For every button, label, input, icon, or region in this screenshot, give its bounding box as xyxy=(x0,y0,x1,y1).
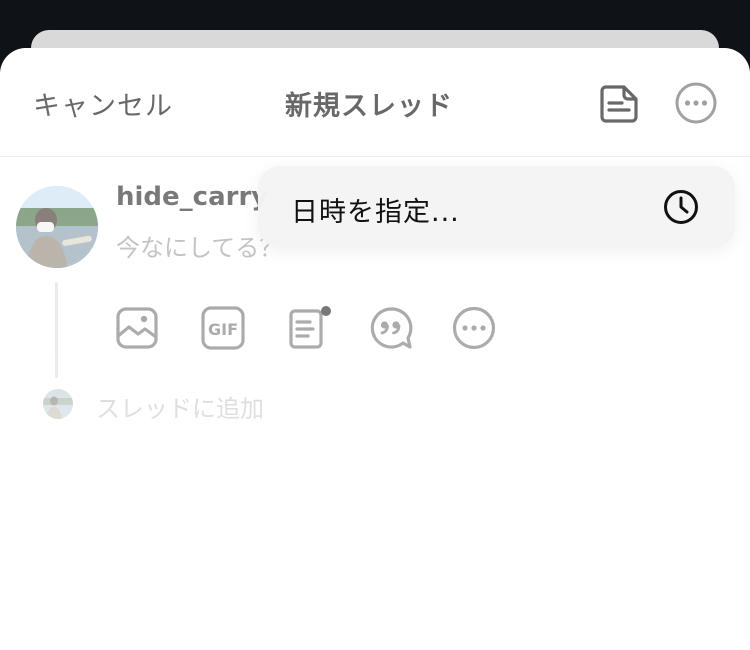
more-tools-button[interactable] xyxy=(451,305,497,351)
image-icon xyxy=(116,307,158,349)
quote-button[interactable] xyxy=(368,305,414,351)
avatar[interactable] xyxy=(16,186,98,268)
more-horizontal-icon xyxy=(675,82,717,124)
add-to-thread-button[interactable]: スレッドに追加 xyxy=(96,389,264,424)
more-options-button[interactable] xyxy=(674,81,718,125)
gif-label: GIF xyxy=(208,320,238,339)
mini-avatar xyxy=(43,389,73,419)
new-thread-sheet: キャンセル 新規スレッド hide_carry 今なにしてる？ GIF スレッド… xyxy=(0,48,750,650)
sheet-header: キャンセル 新規スレッド xyxy=(0,48,750,157)
cancel-button[interactable]: キャンセル xyxy=(33,84,173,123)
more-icon xyxy=(452,306,496,350)
attach-gif-button[interactable]: GIF xyxy=(200,305,246,351)
menu-item-schedule[interactable]: 日時を指定... xyxy=(258,166,735,248)
username: hide_carry xyxy=(116,182,269,212)
avatar-photo xyxy=(16,186,98,268)
options-popup-menu: 日時を指定... xyxy=(258,166,735,248)
thread-line xyxy=(55,282,58,378)
quote-icon xyxy=(370,307,413,349)
draft-document-icon xyxy=(600,85,638,123)
notification-dot xyxy=(321,306,331,316)
draft-button[interactable] xyxy=(598,81,642,125)
clock-icon xyxy=(664,190,698,224)
gif-icon: GIF xyxy=(201,306,245,350)
screen: キャンセル 新規スレッド hide_carry 今なにしてる？ GIF スレッド… xyxy=(0,0,750,650)
attach-image-button[interactable] xyxy=(114,305,160,351)
menu-item-label: 日時を指定... xyxy=(291,197,460,228)
drafts-button[interactable] xyxy=(286,305,332,351)
drafts-icon xyxy=(289,306,331,349)
page-title: 新規スレッド xyxy=(285,91,453,122)
